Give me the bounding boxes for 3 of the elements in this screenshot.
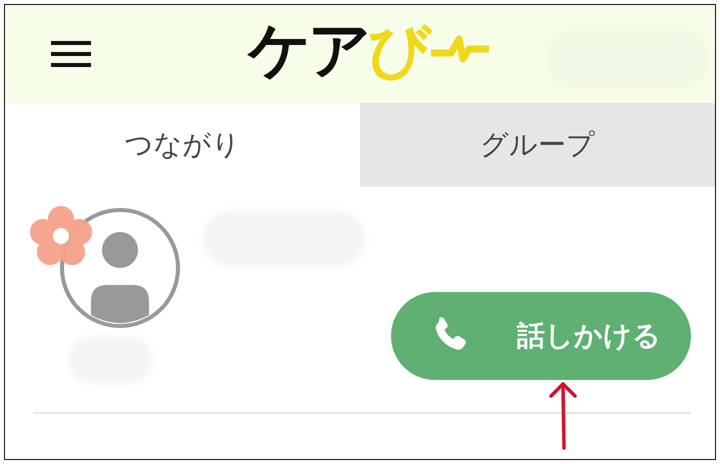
tab[interactable]: グループ: [360, 103, 715, 187]
avatar-icon: [57, 205, 183, 331]
app-logo: ケアび: [248, 19, 491, 81]
